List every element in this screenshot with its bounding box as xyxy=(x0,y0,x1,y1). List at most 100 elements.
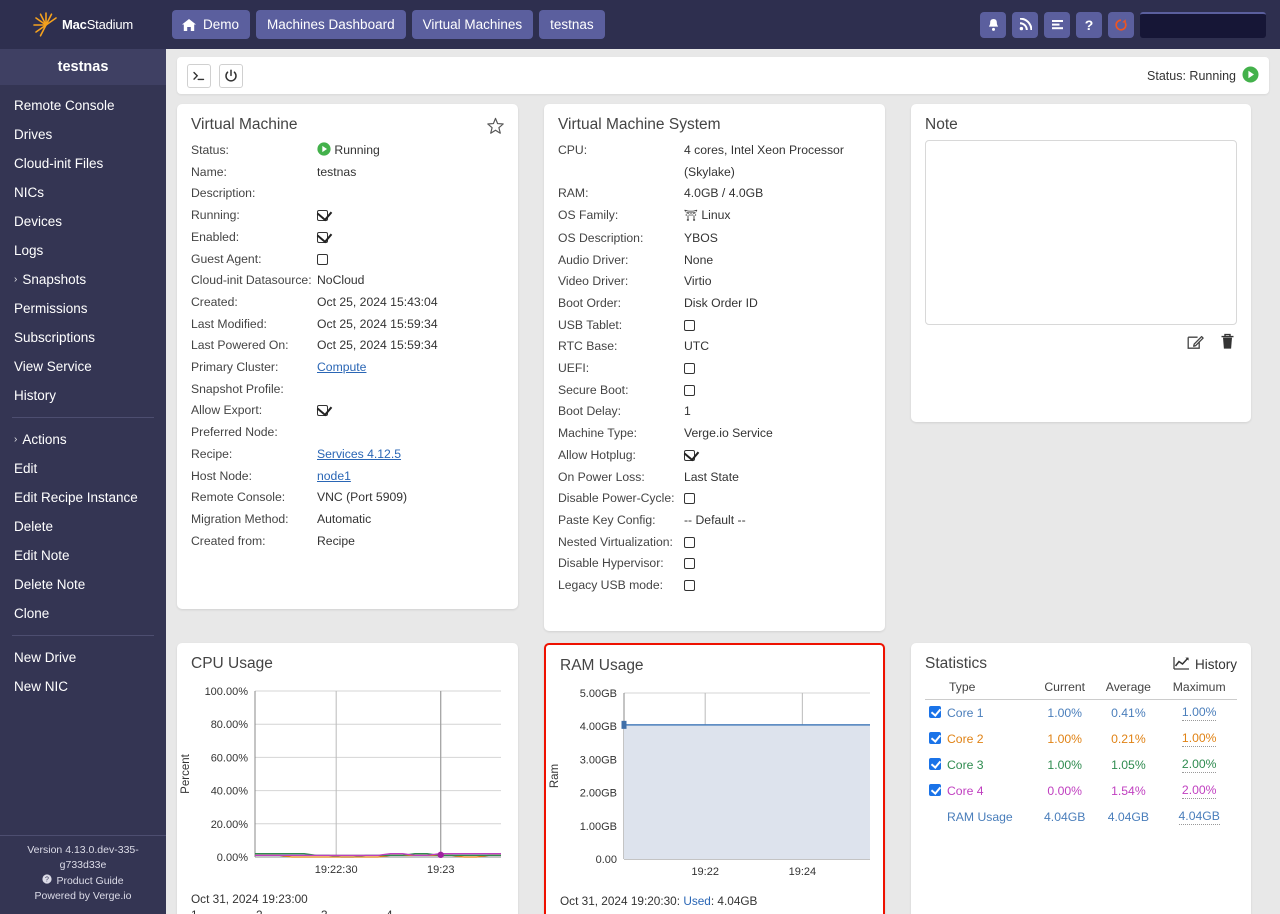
sidebar-item-view-service[interactable]: View Service xyxy=(0,352,166,381)
detail-row: Last Modified: Oct 25, 2024 15:59:34 xyxy=(191,314,504,336)
checkbox-checked-icon[interactable] xyxy=(929,783,941,796)
sidebar-item-edit-recipe-instance[interactable]: Edit Recipe Instance xyxy=(0,483,166,512)
sidebar-item-label: Snapshots xyxy=(22,272,87,287)
svg-text:40.00%: 40.00% xyxy=(211,786,249,798)
detail-link[interactable]: Services 4.12.5 xyxy=(317,447,401,461)
bell-icon[interactable] xyxy=(980,11,1006,38)
statistics-row-checkbox-cell[interactable] xyxy=(925,726,945,752)
detail-row-value[interactable]: node1 xyxy=(317,466,351,488)
detail-row-label: Guest Agent: xyxy=(191,251,262,266)
note-text-area[interactable] xyxy=(925,140,1237,325)
detail-row: USB Tablet: xyxy=(558,315,871,337)
detail-row-value xyxy=(684,445,695,467)
note-card-title: Note xyxy=(925,116,958,133)
checkbox-checked-icon xyxy=(317,210,328,222)
table-row: Core 1 1.00% 0.41% 1.00% xyxy=(925,700,1237,727)
svg-text:20.00%: 20.00% xyxy=(211,819,249,831)
detail-row-value xyxy=(317,400,328,422)
favorite-star-icon[interactable] xyxy=(486,117,505,141)
svg-text:1.00GB: 1.00GB xyxy=(580,821,617,833)
logs-icon[interactable] xyxy=(1044,11,1070,38)
detail-row-value[interactable]: Compute xyxy=(317,357,366,379)
sidebar-item-edit-note[interactable]: Edit Note xyxy=(0,541,166,570)
sidebar-item-history[interactable]: History xyxy=(0,381,166,410)
cpu-usage-plot[interactable]: 0.00% 20.00% 40.00% 60.00% 80.00% 100.00% 19:2… xyxy=(177,679,518,889)
detail-row-label: Paste Key Config: xyxy=(558,512,656,527)
nav-button-machines-dashboard[interactable]: Machines Dashboard xyxy=(256,10,406,39)
statistics-title: Statistics xyxy=(925,655,988,672)
y-axis-label: Percent xyxy=(180,753,192,793)
sidebar-item-new-nic[interactable]: New NIC xyxy=(0,672,166,701)
sidebar-item-snapshots[interactable]: › Snapshots xyxy=(0,265,166,294)
ram-usage-plot[interactable]: 0.00 1.00GB 2.00GB 3.00GB 4.00GB 5.00GB 19:22 1… xyxy=(546,681,883,891)
powered-by-label: Powered by Verge.io xyxy=(34,889,132,902)
checkbox-checked-icon[interactable] xyxy=(929,731,941,744)
detail-row: Boot Order: Disk Order ID xyxy=(558,293,871,315)
sidebar-item-logs[interactable]: Logs xyxy=(0,236,166,265)
edit-icon[interactable] xyxy=(1187,333,1204,355)
detail-row: Snapshot Profile: xyxy=(191,379,504,401)
statistics-row-current: 0.00% xyxy=(1047,784,1082,798)
sidebar-item-clone[interactable]: Clone xyxy=(0,599,166,628)
user-menu[interactable] xyxy=(1140,11,1266,38)
sidebar-item-devices[interactable]: Devices xyxy=(0,207,166,236)
detail-row-label: Created from: xyxy=(191,533,266,548)
sidebar-item-delete-note[interactable]: Delete Note xyxy=(0,570,166,599)
detail-row: Boot Delay: 1 xyxy=(558,401,871,423)
sidebar-item-new-drive[interactable]: New Drive xyxy=(0,643,166,672)
nav-button-virtual-machines[interactable]: Virtual Machines xyxy=(411,10,534,39)
detail-link[interactable]: node1 xyxy=(317,469,351,483)
sidebar-item-edit[interactable]: Edit xyxy=(0,454,166,483)
statistics-row-checkbox-cell[interactable] xyxy=(925,752,945,778)
nav-button-demo[interactable]: Demo xyxy=(172,10,251,39)
brand-logo[interactable]: MacStadium xyxy=(0,0,166,49)
detail-row: Guest Agent: xyxy=(191,249,504,271)
ram-usage-chart-svg: 0.00 1.00GB 2.00GB 3.00GB 4.00GB 5.00GB 19:22 1… xyxy=(549,688,870,878)
detail-row-label: Status: xyxy=(191,143,229,157)
trash-icon[interactable] xyxy=(1220,333,1235,355)
help-icon[interactable]: ? xyxy=(1076,11,1102,38)
statistics-row-checkbox-cell[interactable] xyxy=(925,700,945,727)
checkbox-checked-icon[interactable] xyxy=(929,757,941,770)
sidebar-title: testnas xyxy=(0,49,166,85)
sidebar-item-nics[interactable]: NICs xyxy=(0,178,166,207)
sidebar-item-permissions[interactable]: Permissions xyxy=(0,294,166,323)
status-text: Running xyxy=(334,143,380,157)
open-console-button[interactable] xyxy=(187,63,211,88)
history-button[interactable]: History xyxy=(1173,656,1237,673)
detail-row: Disable Power-Cycle: xyxy=(558,488,871,510)
detail-link[interactable]: Compute xyxy=(317,360,366,374)
svg-text:19:22: 19:22 xyxy=(691,866,719,878)
checkbox-checked-icon[interactable] xyxy=(929,705,941,718)
sidebar-item-remote-console[interactable]: Remote Console xyxy=(0,91,166,120)
power-button[interactable] xyxy=(219,63,243,88)
cpu-tooltip-timestamp: Oct 31, 2024 19:23:00 xyxy=(191,892,308,906)
sidebar-item-actions[interactable]: › Actions xyxy=(0,425,166,454)
sidebar-item-drives[interactable]: Drives xyxy=(0,120,166,149)
detail-row-value[interactable]: Services 4.12.5 xyxy=(317,444,401,466)
sidebar-item-cloud-init-files[interactable]: Cloud-init Files xyxy=(0,149,166,178)
statistics-row-checkbox-cell[interactable] xyxy=(925,778,945,804)
detail-row-value: None xyxy=(684,252,714,267)
sidebar-item-subscriptions[interactable]: Subscriptions xyxy=(0,323,166,352)
sunburst-logo-icon xyxy=(33,11,59,38)
ram-chart-footer: Oct 31, 2024 19:20:30: Used: 4.04GB xyxy=(560,894,758,908)
running-play-icon xyxy=(1242,66,1259,86)
detail-row-label: Cloud-init Datasource: xyxy=(191,273,312,288)
checkbox-checked-icon xyxy=(684,449,695,461)
nav-button-testnas[interactable]: testnas xyxy=(539,10,605,39)
statistics-column-average: Average xyxy=(1095,677,1162,700)
detail-row-value: 1 xyxy=(684,404,691,419)
svg-text:0.00: 0.00 xyxy=(596,854,617,866)
sidebar-item-label: Permissions xyxy=(14,301,88,316)
detail-row: RAM: 4.0GB / 4.0GB xyxy=(558,183,871,205)
refresh-icon[interactable] xyxy=(1108,11,1134,38)
svg-text:19:24: 19:24 xyxy=(789,866,817,878)
detail-row-value: Automatic xyxy=(317,511,372,526)
detail-row-value: NoCloud xyxy=(317,273,365,288)
sidebar-item-delete[interactable]: Delete xyxy=(0,512,166,541)
ram-footer-series-label[interactable]: Used xyxy=(683,894,711,908)
rss-icon[interactable] xyxy=(1012,11,1038,38)
product-guide-link[interactable]: ? Product Guide xyxy=(6,873,160,889)
detail-row-value: Oct 25, 2024 15:59:34 xyxy=(317,316,438,331)
